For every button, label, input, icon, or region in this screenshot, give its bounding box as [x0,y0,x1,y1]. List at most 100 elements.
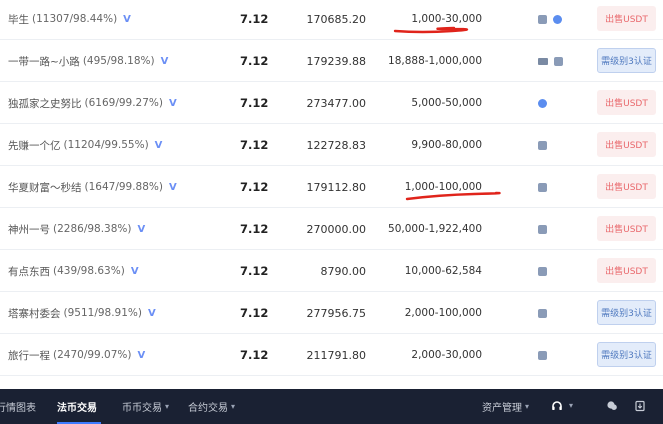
bank-icon [538,140,547,150]
merchant-stats: (6169/99.27%) [84,97,164,109]
download-icon[interactable] [634,400,646,412]
merchant-stats: (1647/99.88%) [84,181,164,193]
available-amount: 170685.20 [306,12,367,26]
verified-badge: V [160,55,169,67]
merchant-name-cell[interactable]: 毕生 (11307/98.44%) V [8,0,131,40]
merchant-stats: (2286/98.38%) [53,223,132,235]
verified-badge: V [123,13,131,25]
merchant-name[interactable]: 有点东西 [8,264,50,279]
chevron-down-icon[interactable]: ▾ [569,401,573,410]
payment-methods [538,208,547,250]
table-row: 神州一号 (2286/98.38%) V 7.12 270000.00 50,000-1,… [0,208,663,250]
headset-icon[interactable] [551,400,563,412]
nav-item-coin-trade[interactable]: 币币交易 ▾ [122,389,169,424]
price: 7.12 [240,348,269,362]
merchant-name[interactable]: 一带一路~小路 [8,54,80,69]
merchant-name[interactable]: 旅行一程 [8,348,50,363]
limit-range: 9,900-80,000 [411,139,482,151]
payment-methods [538,124,547,166]
sell-usdt-button[interactable]: 出售USDT [597,132,656,157]
table-row: 独孤家之史努比 (6169/99.27%) V 7.12 273477.00 5,000-… [0,82,663,124]
available-amount: 179239.88 [306,54,367,68]
nav-item-fiat-trade[interactable]: 法币交易 [57,389,97,424]
verified-badge: V [154,139,163,151]
merchant-name-cell[interactable]: 旅行一程 (2470/99.07%) V [8,334,145,376]
merchant-name[interactable]: 独孤家之史努比 [8,96,82,111]
table-row: 华夏财富～秒结 (1647/99.88%) V 7.12 179112.80 1,000-… [0,166,663,208]
limit-range: 18,888-1,000,000 [388,55,482,67]
level3-verify-button[interactable]: 需级别3认证 [597,342,656,367]
merchant-name[interactable]: 华夏财富～秒结 [8,180,82,195]
payment-methods [538,0,562,40]
chevron-down-icon: ▾ [525,402,530,411]
merchant-name-cell[interactable]: 一带一路~小路 (495/98.18%) V [8,40,168,82]
limit-range: 50,000-1,922,400 [388,223,482,235]
sell-usdt-button[interactable]: 出售USDT [597,90,656,115]
price: 7.12 [240,138,269,152]
merchant-name-cell[interactable]: 华夏财富～秒结 (1647/99.88%) V [8,166,177,208]
sell-usdt-button[interactable]: 出售USDT [597,216,656,241]
available-amount: 277956.75 [306,306,367,320]
available-amount: 273477.00 [306,96,367,110]
price: 7.12 [240,12,269,26]
sell-usdt-button[interactable]: 出售USDT [597,6,656,31]
merchant-name-cell[interactable]: 有点东西 (439/98.63%) V [8,250,139,292]
price: 7.12 [240,222,269,236]
price: 7.12 [240,264,269,278]
price: 7.12 [240,54,269,68]
limit-range: 5,000-50,000 [411,97,482,109]
verified-badge: V [137,349,146,361]
merchant-table: 毕生 (11307/98.44%) V 7.12 170685.20 1,000-30,0… [0,0,663,385]
merchant-name[interactable]: 神州一号 [8,222,50,237]
merchant-stats: (2470/99.07%) [53,349,132,361]
bank-icon [538,308,547,318]
merchant-name[interactable]: 先赚一个亿 [8,138,61,153]
nav-asset-management[interactable]: 资产管理 ▾ [482,389,529,424]
payment-methods [538,82,547,124]
table-row: 一带一路~小路 (495/98.18%) V 7.12 179239.88 18,888-… [0,40,663,82]
sell-usdt-button[interactable]: 出售USDT [597,174,656,199]
card-icon [538,57,548,65]
table-row: 有点东西 (439/98.63%) V 7.12 8790.00 10,000-62,58… [0,250,663,292]
table-row: 毕生 (11307/98.44%) V 7.12 170685.20 1,000-30,0… [0,0,663,40]
payment-methods [538,40,563,82]
bank-icon [538,14,547,24]
merchant-stats: (495/98.18%) [82,55,155,67]
merchant-name-cell[interactable]: 塔寨村委会 (9511/98.91%) V [8,292,156,334]
nav-item-market-chart[interactable]: 行情图表 [0,389,36,424]
level3-verify-button[interactable]: 需级别3认证 [597,300,656,325]
merchant-name-cell[interactable]: 独孤家之史努比 (6169/99.27%) V [8,82,177,124]
verified-badge: V [130,265,139,277]
merchant-name-cell[interactable]: 先赚一个亿 (11204/99.55%) V [8,124,162,166]
merchant-stats: (11204/99.55%) [63,139,149,151]
price: 7.12 [240,180,269,194]
limit-range: 10,000-62,584 [404,265,482,277]
bank-icon [538,182,547,192]
payment-methods [538,292,547,334]
limit-range: 2,000-100,000 [404,307,482,319]
level3-verify-button[interactable]: 需级别3认证 [597,48,656,73]
chat-icon[interactable] [606,400,618,412]
merchant-stats: (9511/98.91%) [63,307,143,319]
table-row: 先赚一个亿 (11204/99.55%) V 7.12 122728.83 9,900-8… [0,124,663,166]
sell-usdt-button[interactable]: 出售USDT [597,258,656,283]
merchant-stats: (439/98.63%) [53,265,125,277]
payment-methods [538,250,547,292]
merchant-name[interactable]: 毕生 [8,12,29,27]
price: 7.12 [240,96,269,110]
red-underline-annotation [393,26,469,34]
available-amount: 270000.00 [306,222,367,236]
limit-range: 2,000-30,000 [411,349,482,361]
table-row: 旅行一程 (2470/99.07%) V 7.12 211791.80 2,000-30,… [0,334,663,376]
chevron-down-icon: ▾ [231,402,236,411]
nav-item-contract-trade[interactable]: 合约交易 ▾ [188,389,235,424]
verified-badge: V [148,307,156,319]
payment-methods [538,334,547,376]
merchant-name-cell[interactable]: 神州一号 (2286/98.38%) V [8,208,145,250]
available-amount: 122728.83 [306,138,367,152]
table-row: 塔寨村委会 (9511/98.91%) V 7.12 277956.75 2,000-10… [0,292,663,334]
merchant-name[interactable]: 塔寨村委会 [8,306,61,321]
available-amount: 211791.80 [306,348,367,362]
bank-icon [554,56,563,66]
bank-icon [538,266,547,276]
